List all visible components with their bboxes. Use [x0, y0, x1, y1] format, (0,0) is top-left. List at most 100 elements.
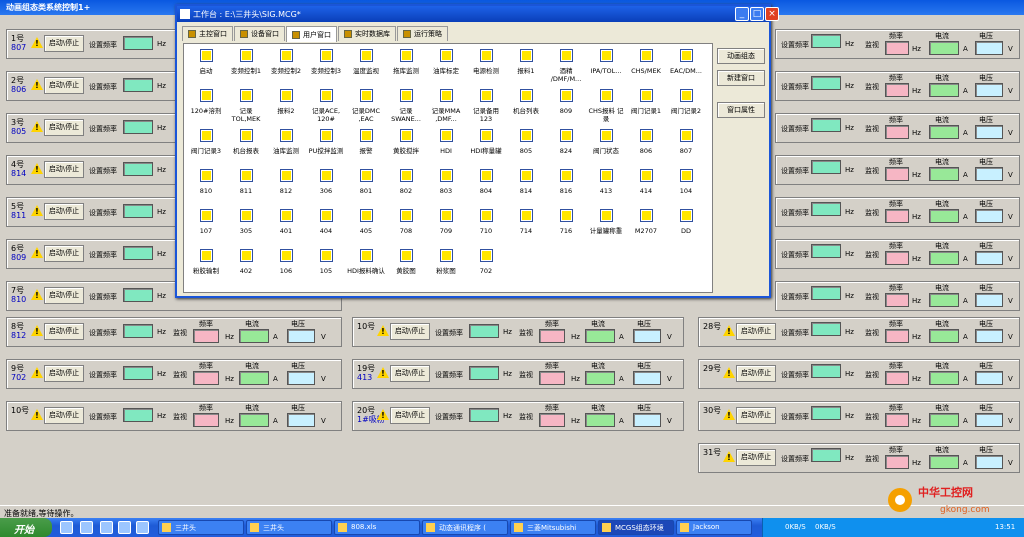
user-window-item[interactable]: 变频控制3	[306, 49, 346, 75]
folder-icon[interactable]	[136, 521, 149, 534]
user-window-item[interactable]: CHS报料 记录	[586, 89, 626, 123]
user-window-item[interactable]: 107	[186, 209, 226, 235]
desktop-icon[interactable]	[60, 521, 73, 534]
set-freq-input[interactable]	[123, 246, 153, 260]
user-window-item[interactable]: 油库监测	[266, 129, 306, 155]
set-freq-input[interactable]	[123, 324, 153, 338]
user-window-item[interactable]: 401	[266, 209, 306, 235]
user-window-item[interactable]: 记录ACE, 120#	[306, 89, 346, 123]
user-window-item[interactable]: 记录 TOL,MEK	[226, 89, 266, 123]
user-window-item[interactable]: 机台列表	[506, 89, 546, 115]
user-window-item[interactable]: 402	[226, 249, 266, 275]
set-freq-input[interactable]	[811, 202, 841, 216]
user-window-item[interactable]: 702	[466, 249, 506, 275]
set-freq-input[interactable]	[123, 408, 153, 422]
start-stop-button[interactable]: 启动\停止	[44, 203, 84, 220]
set-freq-input[interactable]	[811, 364, 841, 378]
user-window-item[interactable]: 拖库监测	[386, 49, 426, 75]
ie-icon[interactable]	[80, 521, 93, 534]
start-stop-button[interactable]: 启动\停止	[390, 407, 430, 424]
user-window-item[interactable]: 记录备用 123	[466, 89, 506, 123]
user-window-item[interactable]: 105	[306, 249, 346, 275]
set-freq-input[interactable]	[123, 366, 153, 380]
workbench-titlebar[interactable]: 工作台 : E:\三井头\SIG.MCG* _ □ ×	[177, 6, 779, 22]
user-window-item[interactable]: 104	[666, 169, 706, 195]
minimize-button[interactable]: _	[735, 7, 749, 21]
set-freq-input[interactable]	[123, 162, 153, 176]
user-window-item[interactable]: 404	[306, 209, 346, 235]
start-stop-button[interactable]: 启动\停止	[44, 365, 84, 382]
user-window-item[interactable]: M2707	[626, 209, 666, 235]
user-window-item[interactable]: 816	[546, 169, 586, 195]
tab-device-window[interactable]: 设备窗口	[234, 26, 285, 41]
tab-user-window[interactable]: 用户窗口	[286, 26, 337, 42]
user-window-item[interactable]: 807	[666, 129, 706, 155]
start-stop-button[interactable]: 启动\停止	[736, 365, 776, 382]
user-window-item[interactable]: 811	[226, 169, 266, 195]
set-freq-input[interactable]	[811, 76, 841, 90]
start-stop-button[interactable]: 启动\停止	[44, 77, 84, 94]
user-window-item[interactable]: 716	[546, 209, 586, 235]
user-window-item[interactable]: 粉浆图	[426, 249, 466, 275]
start-stop-button[interactable]: 启动\停止	[736, 407, 776, 424]
new-window-button[interactable]: 新建窗口	[717, 70, 765, 86]
user-window-item[interactable]: 记录 SWANE...	[386, 89, 426, 123]
user-window-item[interactable]: HDI称量罐	[466, 129, 506, 155]
user-window-item[interactable]: 414	[626, 169, 666, 195]
user-window-item[interactable]: 405	[346, 209, 386, 235]
set-freq-input[interactable]	[811, 34, 841, 48]
start-stop-button[interactable]: 启动\停止	[44, 323, 84, 340]
user-window-item[interactable]: 油库标定	[426, 49, 466, 75]
user-window-item[interactable]: 报料1	[506, 49, 546, 75]
user-window-item[interactable]: DD	[666, 209, 706, 235]
user-window-item[interactable]: HDI	[426, 129, 466, 155]
set-freq-input[interactable]	[811, 118, 841, 132]
user-window-item[interactable]: 106	[266, 249, 306, 275]
set-freq-input[interactable]	[469, 324, 499, 338]
set-freq-input[interactable]	[811, 244, 841, 258]
start-button[interactable]: 开始	[0, 518, 52, 537]
set-freq-input[interactable]	[123, 78, 153, 92]
user-window-item[interactable]: 粉胶输制	[186, 249, 226, 275]
user-window-item[interactable]: 黄胶图	[386, 249, 426, 275]
user-window-item[interactable]: IPA/TOL...	[586, 49, 626, 75]
user-window-item[interactable]: 120#溶剂	[186, 89, 226, 115]
tab-realtime-db[interactable]: 实时数据库	[338, 26, 396, 41]
animation-config-button[interactable]: 动画组态	[717, 48, 765, 64]
user-window-item[interactable]: 805	[506, 129, 546, 155]
explorer-icon[interactable]	[100, 521, 113, 534]
user-window-item[interactable]: HDI报料确认	[346, 249, 386, 275]
user-window-item[interactable]: 启动	[186, 49, 226, 75]
user-window-item[interactable]: 709	[426, 209, 466, 235]
set-freq-input[interactable]	[123, 36, 153, 50]
user-window-item[interactable]: 黄胶搅拌	[386, 129, 426, 155]
start-stop-button[interactable]: 启动\停止	[390, 365, 430, 382]
set-freq-input[interactable]	[123, 120, 153, 134]
task-2[interactable]: 三井头	[246, 520, 332, 535]
start-stop-button[interactable]: 启动\停止	[736, 323, 776, 340]
user-window-item[interactable]: 阀门状态	[586, 129, 626, 155]
start-stop-button[interactable]: 启动\停止	[44, 35, 84, 52]
user-window-item[interactable]: 温度监视	[346, 49, 386, 75]
user-window-item[interactable]: 306	[306, 169, 346, 195]
user-window-item[interactable]: CHS/MEK	[626, 49, 666, 75]
user-window-item[interactable]: 810	[186, 169, 226, 195]
task-5[interactable]: 三菱Mitsubishi	[510, 520, 596, 535]
tab-run-strategy[interactable]: 运行策略	[397, 26, 448, 41]
start-stop-button[interactable]: 启动\停止	[44, 287, 84, 304]
set-freq-input[interactable]	[123, 288, 153, 302]
set-freq-input[interactable]	[123, 204, 153, 218]
start-stop-button[interactable]: 启动\停止	[736, 449, 776, 466]
user-window-item[interactable]: 报警	[346, 129, 386, 155]
set-freq-input[interactable]	[469, 408, 499, 422]
user-window-item[interactable]: 报料2	[266, 89, 306, 115]
user-window-item[interactable]: 710	[466, 209, 506, 235]
user-window-item[interactable]: 记录DMC ,EAC	[346, 89, 386, 123]
start-stop-button[interactable]: 启动\停止	[44, 161, 84, 178]
task-7[interactable]: Jackson	[676, 520, 752, 535]
user-window-item[interactable]: 804	[466, 169, 506, 195]
user-window-item[interactable]: 计量罐称重	[586, 209, 626, 235]
user-window-item[interactable]: 714	[506, 209, 546, 235]
media-icon[interactable]	[118, 521, 131, 534]
user-window-item[interactable]: EAC/DM...	[666, 49, 706, 75]
